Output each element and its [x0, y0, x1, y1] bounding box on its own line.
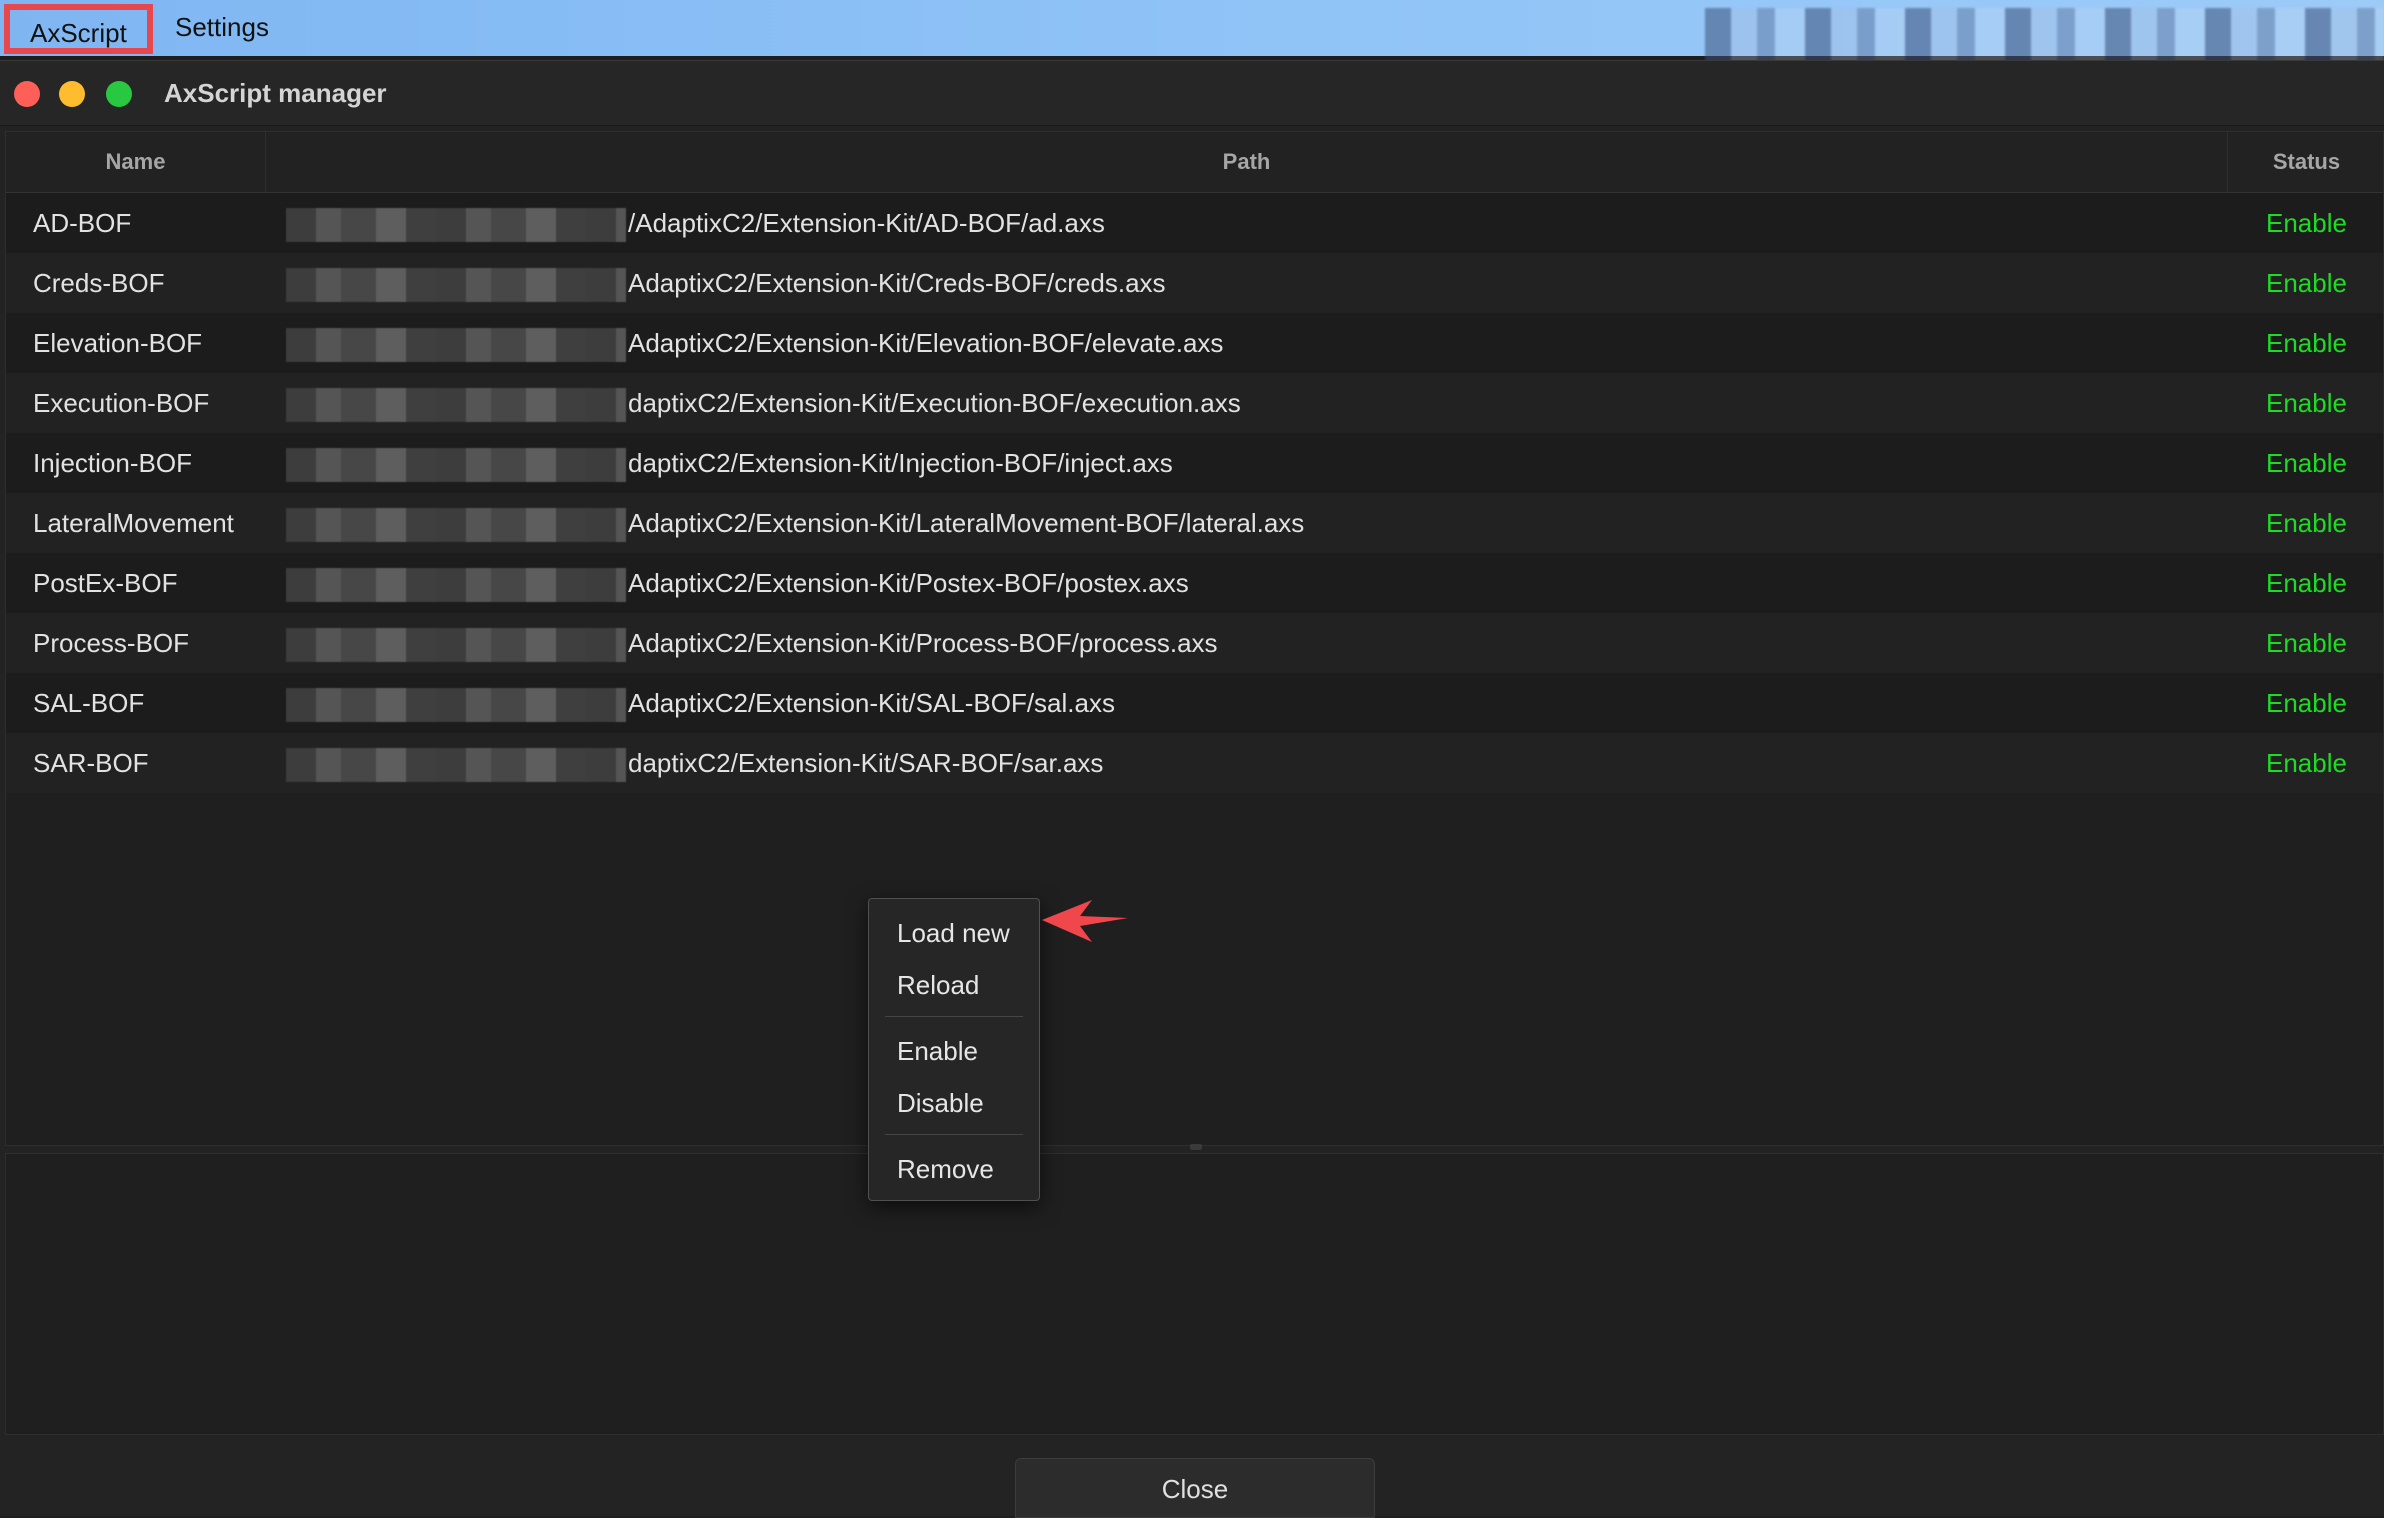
menu-separator — [885, 1134, 1023, 1135]
script-path-text: daptixC2/Extension-Kit/Injection-BOF/inj… — [628, 448, 1173, 478]
table-row[interactable]: Injection-BOF daptixC2/Extension-Kit/Inje… — [6, 433, 2383, 493]
redacted-path-prefix — [286, 628, 626, 663]
table-row[interactable]: AD-BOF/AdaptixC2/Extension-Kit/AD-BOF/ad… — [6, 193, 2383, 253]
column-header-path[interactable]: Path — [266, 132, 2228, 192]
script-name: Process-BOF — [33, 628, 190, 658]
menu-item-disable[interactable]: Disable — [869, 1079, 1039, 1127]
window-close-icon[interactable] — [14, 81, 40, 107]
script-path: daptixC2/Extension-Kit/SAR-BOF/sar.axs — [286, 733, 1103, 793]
script-path: AdaptixC2/Extension-Kit/Postex-BOF/poste… — [286, 553, 1189, 613]
script-path: AdaptixC2/Extension-Kit/Creds-BOF/creds.… — [286, 253, 1166, 313]
script-name: SAR-BOF — [33, 748, 149, 778]
close-button[interactable]: Close — [1015, 1458, 1375, 1518]
window-maximize-icon[interactable] — [106, 81, 132, 107]
script-path-text: AdaptixC2/Extension-Kit/Process-BOF/proc… — [628, 628, 1218, 658]
column-header-status[interactable]: Status — [2228, 132, 2384, 192]
table-row[interactable]: Process-BOF AdaptixC2/Extension-Kit/Proce… — [6, 613, 2383, 673]
menu-separator — [885, 1016, 1023, 1017]
script-path-text: daptixC2/Extension-Kit/Execution-BOF/exe… — [628, 388, 1241, 418]
scripts-table[interactable]: Name Path Status AD-BOF/AdaptixC2/Extens… — [5, 131, 2384, 1146]
script-path: AdaptixC2/Extension-Kit/LateralMovement-… — [286, 493, 1304, 553]
script-status: Enable — [2266, 388, 2347, 418]
redacted-path-prefix — [286, 388, 626, 423]
table-row[interactable]: Elevation-BOF AdaptixC2/Extension-Kit/Ele… — [6, 313, 2383, 373]
menu-item-load-new[interactable]: Load new — [869, 909, 1039, 957]
menu-item-remove[interactable]: Remove — [869, 1145, 1039, 1193]
script-path: AdaptixC2/Extension-Kit/Elevation-BOF/el… — [286, 313, 1223, 373]
table-row[interactable]: PostEx-BOF AdaptixC2/Extension-Kit/Postex… — [6, 553, 2383, 613]
script-path-text: AdaptixC2/Extension-Kit/Elevation-BOF/el… — [628, 328, 1224, 358]
script-name: Injection-BOF — [33, 448, 192, 478]
table-row[interactable]: LateralMovement AdaptixC2/Extension-Kit/L… — [6, 493, 2383, 553]
script-path: /AdaptixC2/Extension-Kit/AD-BOF/ad.axs — [286, 193, 1105, 253]
script-name: LateralMovement — [33, 508, 234, 538]
script-name: SAL-BOF — [33, 688, 145, 718]
script-path: AdaptixC2/Extension-Kit/Process-BOF/proc… — [286, 613, 1218, 673]
script-status: Enable — [2266, 748, 2347, 778]
script-name: AD-BOF — [33, 208, 132, 238]
redacted-status-icons — [1705, 8, 2384, 64]
script-path: AdaptixC2/Extension-Kit/SAL-BOF/sal.axs — [286, 673, 1115, 733]
menu-item-reload[interactable]: Reload — [869, 961, 1039, 1009]
redacted-path-prefix — [286, 448, 626, 483]
table-header: Name Path Status — [6, 132, 2383, 193]
redacted-path-prefix — [286, 748, 626, 783]
script-path: daptixC2/Extension-Kit/Execution-BOF/exe… — [286, 373, 1241, 433]
script-status: Enable — [2266, 628, 2347, 658]
script-name: Elevation-BOF — [33, 328, 203, 358]
script-path-text: AdaptixC2/Extension-Kit/LateralMovement-… — [628, 508, 1305, 538]
annotation-arrow-icon — [1042, 900, 1128, 942]
redacted-path-prefix — [286, 268, 626, 303]
table-row[interactable]: Execution-BOF daptixC2/Extension-Kit/Exec… — [6, 373, 2383, 433]
context-menu: Load new Reload Enable Disable Remove — [868, 898, 1040, 1201]
script-path: daptixC2/Extension-Kit/Injection-BOF/inj… — [286, 433, 1173, 493]
script-path-text: daptixC2/Extension-Kit/SAR-BOF/sar.axs — [628, 748, 1104, 778]
redacted-path-prefix — [286, 568, 626, 603]
column-header-name[interactable]: Name — [6, 132, 266, 192]
menu-bar: AxScript Settings — [0, 0, 2384, 64]
splitter-handle[interactable] — [1190, 1144, 1202, 1150]
redacted-path-prefix — [286, 508, 626, 543]
script-path-text: /AdaptixC2/Extension-Kit/AD-BOF/ad.axs — [628, 208, 1105, 238]
menu-axscript[interactable]: AxScript — [4, 4, 153, 54]
table-body: AD-BOF/AdaptixC2/Extension-Kit/AD-BOF/ad… — [6, 193, 2383, 793]
redacted-path-prefix — [286, 688, 626, 723]
script-status: Enable — [2266, 508, 2347, 538]
axscript-manager-window: AxScript manager Name Path Status AD-BOF… — [0, 60, 2384, 1518]
script-status: Enable — [2266, 328, 2347, 358]
script-status: Enable — [2266, 568, 2347, 598]
script-status: Enable — [2266, 448, 2347, 478]
window-title: AxScript manager — [164, 78, 387, 108]
script-status: Enable — [2266, 268, 2347, 298]
table-row[interactable]: SAL-BOF AdaptixC2/Extension-Kit/SAL-BOF/s… — [6, 673, 2383, 733]
script-path-text: AdaptixC2/Extension-Kit/SAL-BOF/sal.axs — [628, 688, 1115, 718]
redacted-path-prefix — [286, 208, 626, 243]
output-panel — [5, 1153, 2384, 1435]
script-path-text: AdaptixC2/Extension-Kit/Creds-BOF/creds.… — [628, 268, 1166, 298]
title-bar: AxScript manager — [0, 61, 2384, 126]
script-name: Execution-BOF — [33, 388, 210, 418]
menu-item-enable[interactable]: Enable — [869, 1027, 1039, 1075]
script-path-text: AdaptixC2/Extension-Kit/Postex-BOF/poste… — [628, 568, 1189, 598]
script-name: PostEx-BOF — [33, 568, 178, 598]
script-status: Enable — [2266, 688, 2347, 718]
window-minimize-icon[interactable] — [59, 81, 85, 107]
script-status: Enable — [2266, 208, 2347, 238]
redacted-path-prefix — [286, 328, 626, 363]
menu-settings[interactable]: Settings — [155, 0, 289, 56]
script-name: Creds-BOF — [33, 268, 165, 298]
table-row[interactable]: SAR-BOF daptixC2/Extension-Kit/SAR-BOF/sa… — [6, 733, 2383, 793]
table-row[interactable]: Creds-BOF AdaptixC2/Extension-Kit/Creds-B… — [6, 253, 2383, 313]
